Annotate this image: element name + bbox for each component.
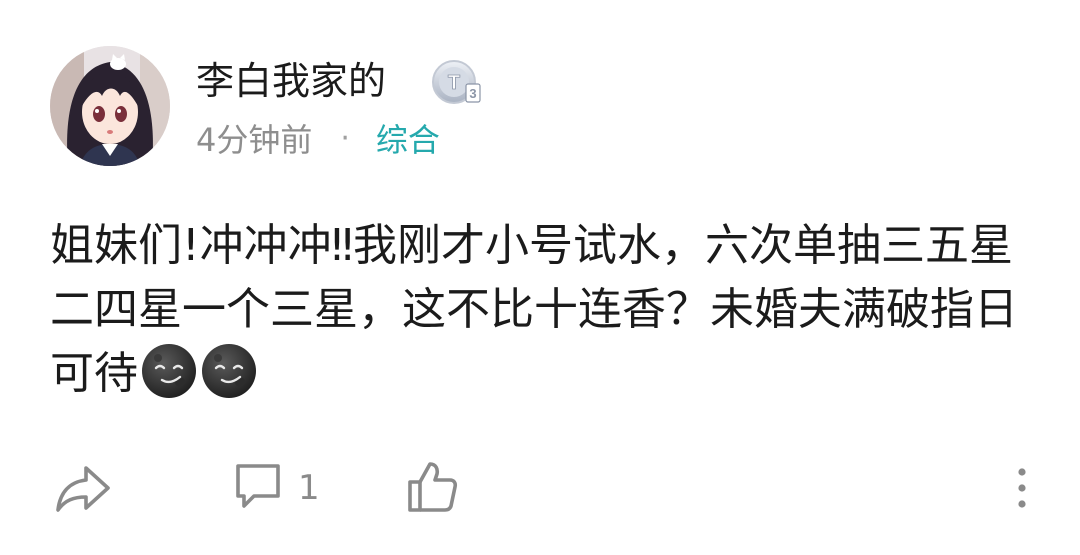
post-content: 姐妹们!冲冲冲‼我刚才小号试水，六次单抽三五星二四星一个三星，这不比十连香？未婚… <box>50 214 1040 406</box>
username[interactable]: 李白我家的 <box>196 58 386 104</box>
meta-separator: · <box>340 120 350 156</box>
comment-count: 1 <box>298 468 320 508</box>
level-badge-icon: T 3 <box>430 58 482 106</box>
like-button[interactable] <box>406 460 460 518</box>
svg-text:3: 3 <box>469 86 476 101</box>
post-meta: 4分钟前 · 综合 <box>196 116 440 160</box>
category-link[interactable]: 综合 <box>376 115 440 161</box>
share-button[interactable] <box>54 460 112 520</box>
thumbs-up-icon <box>406 460 460 518</box>
avatar[interactable] <box>50 46 170 166</box>
post-card: 李白我家的 T 3 4分钟前 · 综合 姐妹们!冲冲冲‼我刚才小号试水，六次单抽… <box>0 0 1080 555</box>
comment-button[interactable]: 1 <box>232 460 320 516</box>
svg-text:T: T <box>448 72 460 94</box>
comment-icon <box>232 460 284 516</box>
share-icon <box>54 460 112 520</box>
post-time: 4分钟前 <box>196 121 313 159</box>
more-vertical-icon <box>1004 460 1040 520</box>
action-bar: 1 <box>0 456 1080 520</box>
smirking-moon-emoji-icon <box>140 342 198 400</box>
smirking-moon-emoji-icon <box>200 342 258 400</box>
more-options-button[interactable] <box>1004 460 1040 520</box>
